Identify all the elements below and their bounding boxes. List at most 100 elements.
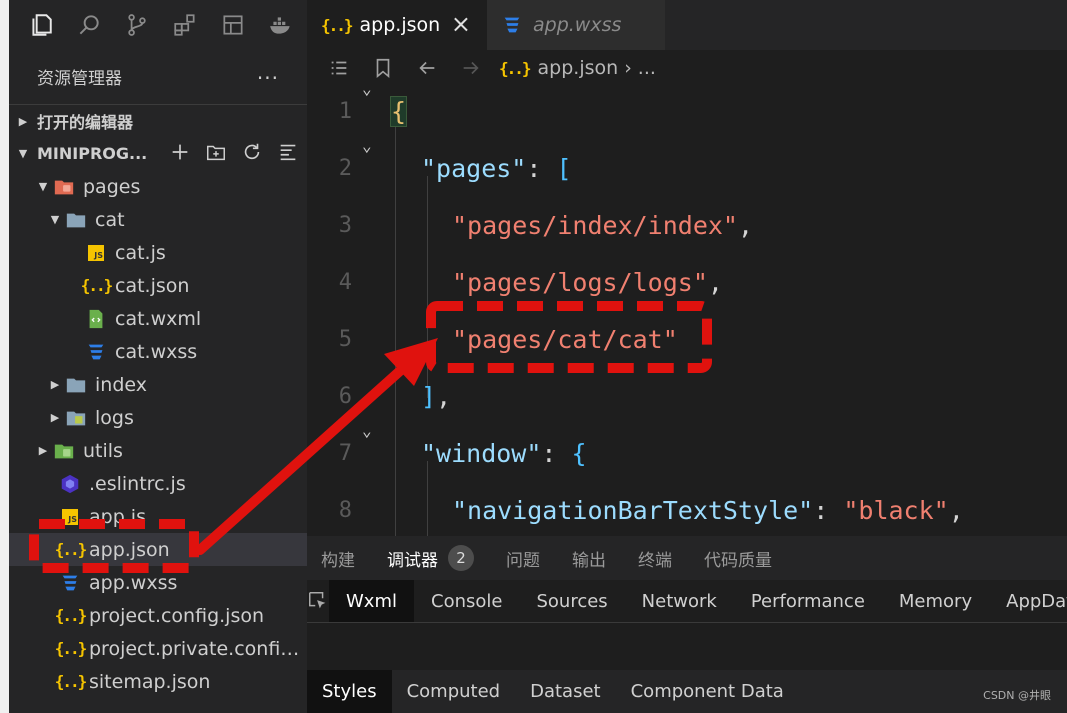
- tree-file-eslintrc[interactable]: .eslintrc.js: [9, 467, 307, 500]
- breadcrumb-rest: ...: [637, 57, 656, 79]
- tree-folder-index[interactable]: ▶ index: [9, 368, 307, 401]
- close-icon[interactable]: ×: [451, 10, 471, 38]
- breadcrumb-file[interactable]: {..} app.json › ...: [499, 57, 656, 79]
- js-file-icon: JS: [57, 506, 83, 528]
- tab-code-quality[interactable]: 代码质量: [704, 546, 772, 571]
- code-line: 2 ⌄ "pages": [: [338, 136, 572, 183]
- json-file-icon: {..}: [54, 639, 88, 658]
- code-line: 8 "navigationBarTextStyle": "black",: [338, 496, 964, 525]
- tab-appdata[interactable]: AppData: [989, 580, 1067, 622]
- explorer-icon[interactable]: [17, 0, 65, 50]
- tab-app-json[interactable]: {..} app.json ×: [307, 0, 487, 50]
- tab-wxml[interactable]: Wxml: [329, 580, 414, 622]
- tab-performance[interactable]: Performance: [734, 580, 882, 622]
- tree-file-app-wxss[interactable]: app.wxss: [9, 566, 307, 599]
- tab-computed[interactable]: Computed: [392, 670, 516, 713]
- bottom-panel: 构建 调试器 2 问题 输出 终端 代码质量 Wxml Console Sourc…: [307, 536, 1067, 713]
- tab-output[interactable]: 输出: [572, 546, 606, 571]
- wxml-file-icon: [83, 308, 109, 330]
- open-editors-section[interactable]: ▶ 打开的编辑器: [9, 104, 307, 137]
- tree-file-cat-wxml[interactable]: cat.wxml: [9, 302, 307, 335]
- bookmark-icon[interactable]: [361, 50, 405, 86]
- devtools-tabs: Wxml Console Sources Network Performance…: [307, 580, 1067, 622]
- new-folder-icon[interactable]: [205, 141, 227, 163]
- tree-folder-pages[interactable]: ▼ pages: [9, 170, 307, 203]
- fold-chevron-icon[interactable]: ⌄: [362, 136, 372, 155]
- tree-folder-utils[interactable]: ▶ utils: [9, 434, 307, 467]
- tab-bar-filler: [665, 0, 1067, 50]
- project-section[interactable]: ▼ MINIPROG...: [9, 137, 307, 170]
- tab-problems[interactable]: 问题: [506, 546, 540, 571]
- folder-logs-icon: [63, 407, 89, 429]
- tree-file-cat-wxss[interactable]: cat.wxss: [9, 335, 307, 368]
- layout-icon[interactable]: [209, 0, 257, 50]
- more-actions-icon[interactable]: ...: [257, 60, 279, 84]
- tree-file-cat-json[interactable]: {..} cat.json: [9, 269, 307, 302]
- code-editor[interactable]: 1 ⌄ { 2 ⌄ "pages": [ 3 "pages/index/inde…: [307, 86, 1067, 536]
- refresh-icon[interactable]: [241, 141, 263, 163]
- tab-dataset[interactable]: Dataset: [515, 670, 616, 713]
- eslint-icon: [57, 473, 83, 495]
- tab-memory[interactable]: Memory: [882, 580, 989, 622]
- list-icon[interactable]: [317, 50, 361, 86]
- search-icon[interactable]: [65, 0, 113, 50]
- fold-chevron-icon[interactable]: ⌄: [362, 421, 372, 440]
- json-file-icon: {..}: [321, 15, 354, 35]
- tab-app-wxss[interactable]: app.wxss: [487, 0, 665, 50]
- tab-console[interactable]: Console: [414, 580, 519, 622]
- open-editors-label: 打开的编辑器: [37, 113, 134, 132]
- project-label: MINIPROG...: [37, 144, 148, 163]
- chevron-right-icon: ▶: [18, 114, 28, 128]
- tab-debugger[interactable]: 调试器 2: [387, 545, 474, 571]
- activity-bar: [9, 0, 307, 50]
- tree-folder-cat[interactable]: ▼ cat: [9, 203, 307, 236]
- tree-file-app-json[interactable]: {..} app.json: [9, 533, 307, 566]
- collapse-all-icon[interactable]: [277, 141, 299, 163]
- tree-file-project-private-config[interactable]: {..} project.private.config.js...: [9, 632, 307, 665]
- inspect-element-icon[interactable]: [307, 580, 329, 622]
- tree-file-cat-js[interactable]: JS cat.js: [9, 236, 307, 269]
- breadcrumb-file-label: app.json: [537, 57, 619, 79]
- tree-file-sitemap[interactable]: {..} sitemap.json: [9, 665, 307, 698]
- explorer-title: 资源管理器: [37, 68, 122, 89]
- chevron-down-icon: ▼: [38, 180, 48, 193]
- back-arrow-icon[interactable]: [405, 50, 449, 86]
- tree-file-project-config[interactable]: {..} project.config.json: [9, 599, 307, 632]
- style-tabs: Styles Computed Dataset Component Data: [307, 670, 1067, 713]
- fold-chevron-icon[interactable]: ⌄: [362, 86, 372, 98]
- panel-tabs: 构建 调试器 2 问题 输出 终端 代码质量: [307, 536, 1067, 580]
- editor-tab-bar: {..} app.json × app.wxss: [307, 0, 1067, 50]
- breadcrumb: {..} app.json › ...: [307, 50, 1067, 86]
- wxss-file-icon: [83, 341, 109, 363]
- tab-build[interactable]: 构建: [321, 546, 355, 571]
- tree-folder-logs[interactable]: ▶ logs: [9, 401, 307, 434]
- tab-component-data[interactable]: Component Data: [616, 670, 799, 713]
- chevron-right-icon: ▶: [38, 444, 48, 457]
- wxss-file-icon: [501, 14, 523, 36]
- code-line: 1 ⌄ {: [307, 86, 1067, 140]
- tab-network[interactable]: Network: [625, 580, 734, 622]
- debugger-badge: 2: [448, 545, 474, 571]
- source-control-icon[interactable]: [113, 0, 161, 50]
- folder-icon: [63, 374, 89, 396]
- new-file-icon[interactable]: [169, 141, 191, 163]
- devtools-content: [307, 622, 1067, 670]
- js-file-icon: JS: [83, 242, 109, 264]
- json-file-icon: {..}: [499, 58, 532, 78]
- tab-sources[interactable]: Sources: [519, 580, 624, 622]
- tab-styles[interactable]: Styles: [307, 670, 392, 713]
- extensions-icon[interactable]: [161, 0, 209, 50]
- tab-terminal[interactable]: 终端: [638, 546, 672, 571]
- window-edge: [0, 0, 9, 713]
- docker-icon[interactable]: [257, 0, 305, 50]
- tree-file-app-js[interactable]: JS app.js: [9, 500, 307, 533]
- json-file-icon: {..}: [54, 540, 88, 559]
- folder-icon: [63, 209, 89, 231]
- breadcrumb-separator: ›: [624, 57, 632, 79]
- code-line: 7 ⌄ "window": {: [338, 421, 587, 468]
- json-file-icon: {..}: [80, 276, 114, 295]
- chevron-down-icon: ▼: [50, 213, 60, 226]
- forward-arrow-icon[interactable]: [449, 50, 493, 86]
- explorer-sidebar: 资源管理器 ... ▶ 打开的编辑器 ▼ MINIPROG... ▼ pages…: [9, 50, 307, 713]
- code-line: 5 "pages/cat/cat": [338, 325, 678, 354]
